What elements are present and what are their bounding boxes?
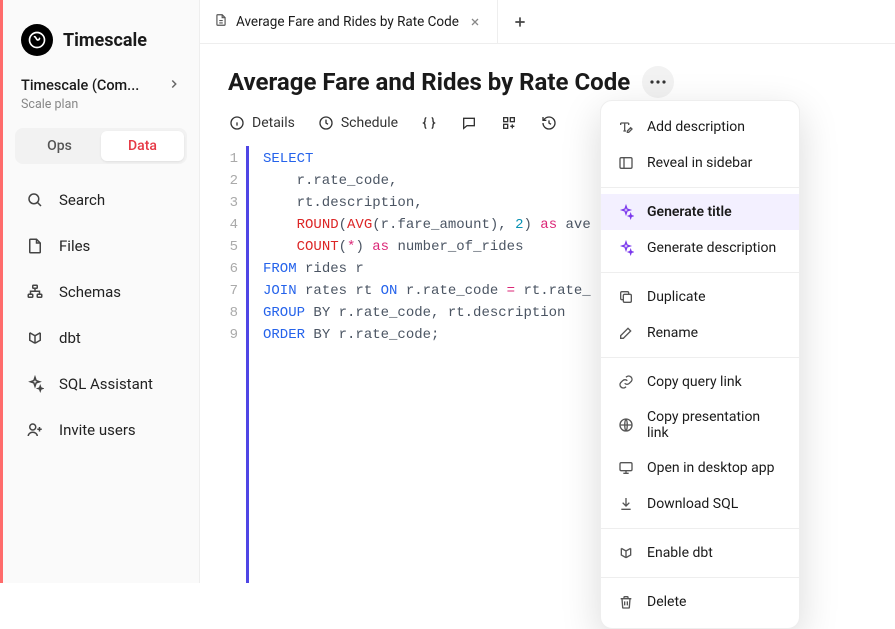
org-plan: Scale plan bbox=[3, 97, 199, 128]
context-menu: Add description Reveal in sidebar Genera… bbox=[600, 100, 800, 629]
menu-label: Download SQL bbox=[647, 496, 738, 512]
invite-icon bbox=[25, 420, 45, 440]
menu-label: Copy query link bbox=[647, 374, 742, 390]
nav-sql-assistant[interactable]: SQL Assistant bbox=[11, 362, 191, 406]
details-button[interactable]: Details bbox=[228, 114, 295, 132]
menu-generate-title[interactable]: Generate title bbox=[601, 194, 799, 230]
presentation-link-icon bbox=[617, 416, 635, 434]
menu-enable-dbt[interactable]: Enable dbt bbox=[601, 535, 799, 571]
view-segmented: Ops Data bbox=[15, 128, 187, 164]
link-icon bbox=[617, 373, 635, 391]
tab-title: Average Fare and Rides by Rate Code bbox=[236, 14, 459, 30]
brand-logo[interactable]: Timescale bbox=[3, 16, 199, 76]
brand-name: Timescale bbox=[63, 30, 147, 51]
nav-schemas[interactable]: Schemas bbox=[11, 270, 191, 314]
toolbar-label: Schedule bbox=[341, 115, 398, 131]
org-switcher[interactable]: Timescale (Com... bbox=[3, 76, 199, 97]
nav-label: Files bbox=[59, 237, 90, 255]
grid-add-icon bbox=[500, 114, 518, 132]
trash-icon bbox=[617, 593, 635, 611]
menu-reveal[interactable]: Reveal in sidebar bbox=[601, 145, 799, 181]
menu-rename[interactable]: Rename bbox=[601, 315, 799, 351]
schedule-button[interactable]: Schedule bbox=[317, 114, 398, 132]
menu-label: Delete bbox=[647, 594, 686, 610]
sidebar-reveal-icon bbox=[617, 154, 635, 172]
clock-icon bbox=[317, 114, 335, 132]
menu-copy-presentation-link[interactable]: Copy presentation link bbox=[601, 400, 799, 450]
comment-icon bbox=[460, 114, 478, 132]
menu-download-sql[interactable]: Download SQL bbox=[601, 486, 799, 522]
more-menu-button[interactable] bbox=[642, 66, 674, 98]
sidebar: Timescale Timescale (Com... Scale plan O… bbox=[0, 0, 200, 583]
page-title: Average Fare and Rides by Rate Code bbox=[228, 68, 630, 96]
menu-label: Rename bbox=[647, 325, 698, 341]
line-gutter: 123456789 bbox=[218, 146, 246, 583]
nav-label: Invite users bbox=[59, 421, 136, 439]
sparkle-icon bbox=[617, 239, 635, 257]
nav-label: Schemas bbox=[59, 283, 121, 301]
sidebar-nav: Search Files Schemas dbt SQL Assistant I… bbox=[3, 178, 199, 452]
sparkle-icon bbox=[617, 203, 635, 221]
menu-generate-description[interactable]: Generate description bbox=[601, 230, 799, 266]
menu-label: Generate title bbox=[647, 204, 732, 220]
search-icon bbox=[25, 190, 45, 210]
desktop-icon bbox=[617, 459, 635, 477]
menu-open-desktop[interactable]: Open in desktop app bbox=[601, 450, 799, 486]
download-icon bbox=[617, 495, 635, 513]
pencil-icon bbox=[617, 324, 635, 342]
history-button[interactable] bbox=[540, 114, 558, 132]
document-icon bbox=[214, 13, 228, 31]
menu-label: Open in desktop app bbox=[647, 460, 774, 476]
menu-separator bbox=[601, 528, 799, 529]
menu-label: Enable dbt bbox=[647, 545, 713, 561]
type-icon bbox=[617, 118, 635, 136]
sparkle-icon bbox=[25, 374, 45, 394]
menu-add-description[interactable]: Add description bbox=[601, 109, 799, 145]
menu-label: Copy presentation link bbox=[647, 409, 783, 441]
menu-separator bbox=[601, 577, 799, 578]
menu-label: Reveal in sidebar bbox=[647, 155, 752, 171]
menu-copy-query-link[interactable]: Copy query link bbox=[601, 364, 799, 400]
timescale-logo-icon bbox=[21, 24, 53, 56]
format-button[interactable] bbox=[420, 114, 438, 132]
nav-label: SQL Assistant bbox=[59, 375, 153, 393]
braces-icon bbox=[420, 114, 438, 132]
nav-label: dbt bbox=[59, 329, 81, 347]
menu-duplicate[interactable]: Duplicate bbox=[601, 279, 799, 315]
schema-icon bbox=[25, 282, 45, 302]
nav-label: Search bbox=[59, 191, 105, 209]
duplicate-icon bbox=[617, 288, 635, 306]
history-icon bbox=[540, 114, 558, 132]
comment-button[interactable] bbox=[460, 114, 478, 132]
nav-search[interactable]: Search bbox=[11, 178, 191, 222]
page-header: Average Fare and Rides by Rate Code bbox=[200, 44, 895, 106]
menu-delete[interactable]: Delete bbox=[601, 584, 799, 620]
menu-separator bbox=[601, 357, 799, 358]
dbt-icon bbox=[25, 328, 45, 348]
toolbar-label: Details bbox=[252, 115, 295, 131]
tabbar: Average Fare and Rides by Rate Code bbox=[200, 0, 895, 44]
nav-invite[interactable]: Invite users bbox=[11, 408, 191, 452]
dbt-icon bbox=[617, 544, 635, 562]
menu-label: Generate description bbox=[647, 240, 776, 256]
nav-files[interactable]: Files bbox=[11, 224, 191, 268]
menu-separator bbox=[601, 272, 799, 273]
info-icon bbox=[228, 114, 246, 132]
nav-dbt[interactable]: dbt bbox=[11, 316, 191, 360]
menu-label: Duplicate bbox=[647, 289, 706, 305]
menu-separator bbox=[601, 187, 799, 188]
editor-tab[interactable]: Average Fare and Rides by Rate Code bbox=[200, 0, 498, 43]
tab-close-icon[interactable] bbox=[467, 14, 483, 30]
tab-data[interactable]: Data bbox=[101, 131, 184, 161]
code-content[interactable]: SELECT r.rate_code, rt.description, ROUN… bbox=[246, 146, 591, 583]
add-tab-button[interactable] bbox=[498, 14, 542, 30]
org-name: Timescale (Com... bbox=[21, 77, 139, 94]
chevron-right-icon bbox=[167, 76, 181, 95]
tab-ops[interactable]: Ops bbox=[18, 131, 101, 161]
menu-label: Add description bbox=[647, 119, 745, 135]
layout-button[interactable] bbox=[500, 114, 518, 132]
file-icon bbox=[25, 236, 45, 256]
